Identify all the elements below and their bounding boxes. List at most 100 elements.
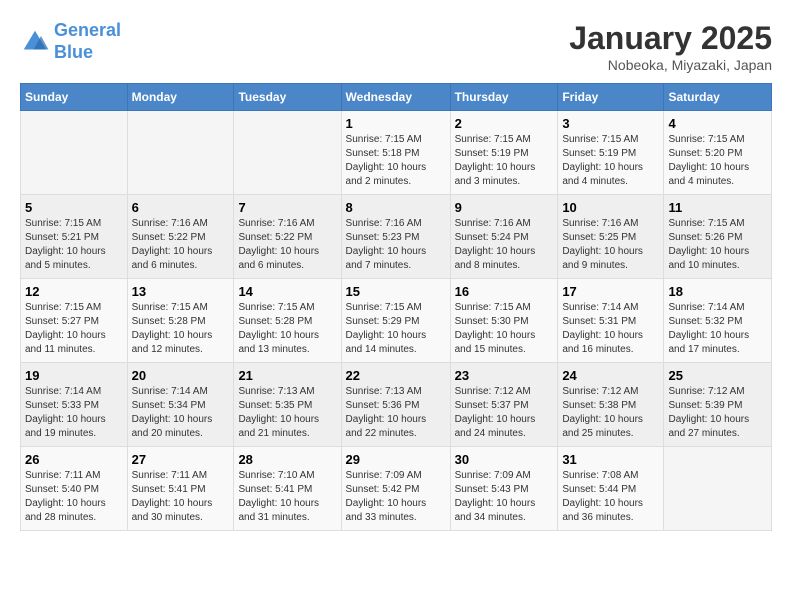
weekday-header-friday: Friday [558, 84, 664, 111]
calendar-cell: 2 Sunrise: 7:15 AM Sunset: 5:19 PM Daylig… [450, 111, 558, 195]
day-number: 27 [132, 452, 230, 467]
calendar-cell: 31 Sunrise: 7:08 AM Sunset: 5:44 PM Dayli… [558, 447, 664, 531]
day-info: Sunrise: 7:15 AM Sunset: 5:28 PM Dayligh… [132, 301, 230, 357]
calendar-cell: 15 Sunrise: 7:15 AM Sunset: 5:29 PM Dayli… [341, 279, 450, 363]
day-number: 12 [25, 284, 123, 299]
calendar-cell: 11Sunrise: 7:15 AM Sunset: 5:26 PM Dayli… [664, 195, 772, 279]
day-info: Sunrise: 7:15 AM Sunset: 5:18 PM Dayligh… [346, 133, 446, 189]
calendar-cell: 10 Sunrise: 7:16 AM Sunset: 5:25 PM Dayli… [558, 195, 664, 279]
day-info: Sunrise: 7:15 AM Sunset: 5:26 PM Dayligh… [668, 217, 767, 273]
day-info: Sunrise: 7:15 AM Sunset: 5:20 PM Dayligh… [668, 133, 767, 189]
day-info: Sunrise: 7:15 AM Sunset: 5:19 PM Dayligh… [455, 133, 554, 189]
day-number: 7 [238, 200, 336, 215]
day-number: 31 [562, 452, 659, 467]
logo-line2: Blue [54, 42, 93, 62]
day-number: 13 [132, 284, 230, 299]
calendar-cell: 20Sunrise: 7:14 AM Sunset: 5:34 PM Dayli… [127, 363, 234, 447]
calendar-week-1: 1 Sunrise: 7:15 AM Sunset: 5:18 PM Daylig… [21, 111, 772, 195]
calendar-cell [664, 447, 772, 531]
day-info: Sunrise: 7:14 AM Sunset: 5:32 PM Dayligh… [668, 301, 767, 357]
day-info: Sunrise: 7:16 AM Sunset: 5:24 PM Dayligh… [455, 217, 554, 273]
day-info: Sunrise: 7:08 AM Sunset: 5:44 PM Dayligh… [562, 469, 659, 525]
weekday-header-tuesday: Tuesday [234, 84, 341, 111]
day-number: 3 [562, 116, 659, 131]
day-info: Sunrise: 7:16 AM Sunset: 5:22 PM Dayligh… [132, 217, 230, 273]
calendar-cell [234, 111, 341, 195]
calendar-cell: 26 Sunrise: 7:11 AM Sunset: 5:40 PM Dayli… [21, 447, 128, 531]
calendar-cell: 13 Sunrise: 7:15 AM Sunset: 5:28 PM Dayli… [127, 279, 234, 363]
calendar-cell: 29Sunrise: 7:09 AM Sunset: 5:42 PM Dayli… [341, 447, 450, 531]
weekday-header-monday: Monday [127, 84, 234, 111]
calendar-cell: 16Sunrise: 7:15 AM Sunset: 5:30 PM Dayli… [450, 279, 558, 363]
day-number: 18 [668, 284, 767, 299]
day-info: Sunrise: 7:16 AM Sunset: 5:22 PM Dayligh… [238, 217, 336, 273]
calendar-week-4: 19 Sunrise: 7:14 AM Sunset: 5:33 PM Dayli… [21, 363, 772, 447]
day-number: 30 [455, 452, 554, 467]
day-number: 10 [562, 200, 659, 215]
day-number: 2 [455, 116, 554, 131]
calendar-cell: 22 Sunrise: 7:13 AM Sunset: 5:36 PM Dayli… [341, 363, 450, 447]
day-info: Sunrise: 7:13 AM Sunset: 5:35 PM Dayligh… [238, 385, 336, 441]
calendar-week-2: 5Sunrise: 7:15 AM Sunset: 5:21 PM Daylig… [21, 195, 772, 279]
logo-line1: General [54, 20, 121, 40]
day-number: 4 [668, 116, 767, 131]
calendar-cell: 19 Sunrise: 7:14 AM Sunset: 5:33 PM Dayli… [21, 363, 128, 447]
calendar-cell: 18 Sunrise: 7:14 AM Sunset: 5:32 PM Dayli… [664, 279, 772, 363]
day-number: 26 [25, 452, 123, 467]
day-number: 17 [562, 284, 659, 299]
day-info: Sunrise: 7:15 AM Sunset: 5:28 PM Dayligh… [238, 301, 336, 357]
day-info: Sunrise: 7:13 AM Sunset: 5:36 PM Dayligh… [346, 385, 446, 441]
day-number: 15 [346, 284, 446, 299]
logo: General Blue [20, 20, 121, 63]
day-info: Sunrise: 7:10 AM Sunset: 5:41 PM Dayligh… [238, 469, 336, 525]
day-number: 24 [562, 368, 659, 383]
day-number: 28 [238, 452, 336, 467]
weekday-header-sunday: Sunday [21, 84, 128, 111]
calendar-cell [127, 111, 234, 195]
weekday-header-wednesday: Wednesday [341, 84, 450, 111]
day-number: 6 [132, 200, 230, 215]
logo-text: General Blue [54, 20, 121, 63]
calendar-cell: 17 Sunrise: 7:14 AM Sunset: 5:31 PM Dayli… [558, 279, 664, 363]
calendar-cell: 23Sunrise: 7:12 AM Sunset: 5:37 PM Dayli… [450, 363, 558, 447]
day-info: Sunrise: 7:12 AM Sunset: 5:37 PM Dayligh… [455, 385, 554, 441]
day-info: Sunrise: 7:11 AM Sunset: 5:40 PM Dayligh… [25, 469, 123, 525]
calendar-cell: 5Sunrise: 7:15 AM Sunset: 5:21 PM Daylig… [21, 195, 128, 279]
calendar-cell: 3 Sunrise: 7:15 AM Sunset: 5:19 PM Daylig… [558, 111, 664, 195]
day-number: 1 [346, 116, 446, 131]
calendar-cell: 8 Sunrise: 7:16 AM Sunset: 5:23 PM Daylig… [341, 195, 450, 279]
day-info: Sunrise: 7:15 AM Sunset: 5:21 PM Dayligh… [25, 217, 123, 273]
day-info: Sunrise: 7:14 AM Sunset: 5:33 PM Dayligh… [25, 385, 123, 441]
calendar-table: SundayMondayTuesdayWednesdayThursdayFrid… [20, 83, 772, 531]
calendar-cell: 6 Sunrise: 7:16 AM Sunset: 5:22 PM Daylig… [127, 195, 234, 279]
calendar-cell: 4 Sunrise: 7:15 AM Sunset: 5:20 PM Daylig… [664, 111, 772, 195]
day-info: Sunrise: 7:14 AM Sunset: 5:31 PM Dayligh… [562, 301, 659, 357]
calendar-cell: 14 Sunrise: 7:15 AM Sunset: 5:28 PM Dayli… [234, 279, 341, 363]
day-number: 22 [346, 368, 446, 383]
calendar-cell: 24Sunrise: 7:12 AM Sunset: 5:38 PM Dayli… [558, 363, 664, 447]
calendar-cell: 9Sunrise: 7:16 AM Sunset: 5:24 PM Daylig… [450, 195, 558, 279]
title-section: January 2025 Nobeoka, Miyazaki, Japan [569, 20, 772, 73]
day-number: 16 [455, 284, 554, 299]
day-number: 8 [346, 200, 446, 215]
page-header: General Blue January 2025 Nobeoka, Miyaz… [20, 20, 772, 73]
day-number: 14 [238, 284, 336, 299]
day-number: 19 [25, 368, 123, 383]
day-info: Sunrise: 7:15 AM Sunset: 5:29 PM Dayligh… [346, 301, 446, 357]
day-number: 29 [346, 452, 446, 467]
day-number: 25 [668, 368, 767, 383]
calendar-cell: 30 Sunrise: 7:09 AM Sunset: 5:43 PM Dayli… [450, 447, 558, 531]
calendar-cell: 21Sunrise: 7:13 AM Sunset: 5:35 PM Dayli… [234, 363, 341, 447]
location: Nobeoka, Miyazaki, Japan [569, 57, 772, 73]
weekday-header-row: SundayMondayTuesdayWednesdayThursdayFrid… [21, 84, 772, 111]
day-info: Sunrise: 7:15 AM Sunset: 5:19 PM Dayligh… [562, 133, 659, 189]
day-info: Sunrise: 7:09 AM Sunset: 5:43 PM Dayligh… [455, 469, 554, 525]
day-info: Sunrise: 7:16 AM Sunset: 5:25 PM Dayligh… [562, 217, 659, 273]
calendar-cell: 27 Sunrise: 7:11 AM Sunset: 5:41 PM Dayli… [127, 447, 234, 531]
weekday-header-saturday: Saturday [664, 84, 772, 111]
day-info: Sunrise: 7:11 AM Sunset: 5:41 PM Dayligh… [132, 469, 230, 525]
calendar-cell: 28 Sunrise: 7:10 AM Sunset: 5:41 PM Dayli… [234, 447, 341, 531]
calendar-cell: 1 Sunrise: 7:15 AM Sunset: 5:18 PM Daylig… [341, 111, 450, 195]
day-info: Sunrise: 7:16 AM Sunset: 5:23 PM Dayligh… [346, 217, 446, 273]
day-info: Sunrise: 7:14 AM Sunset: 5:34 PM Dayligh… [132, 385, 230, 441]
